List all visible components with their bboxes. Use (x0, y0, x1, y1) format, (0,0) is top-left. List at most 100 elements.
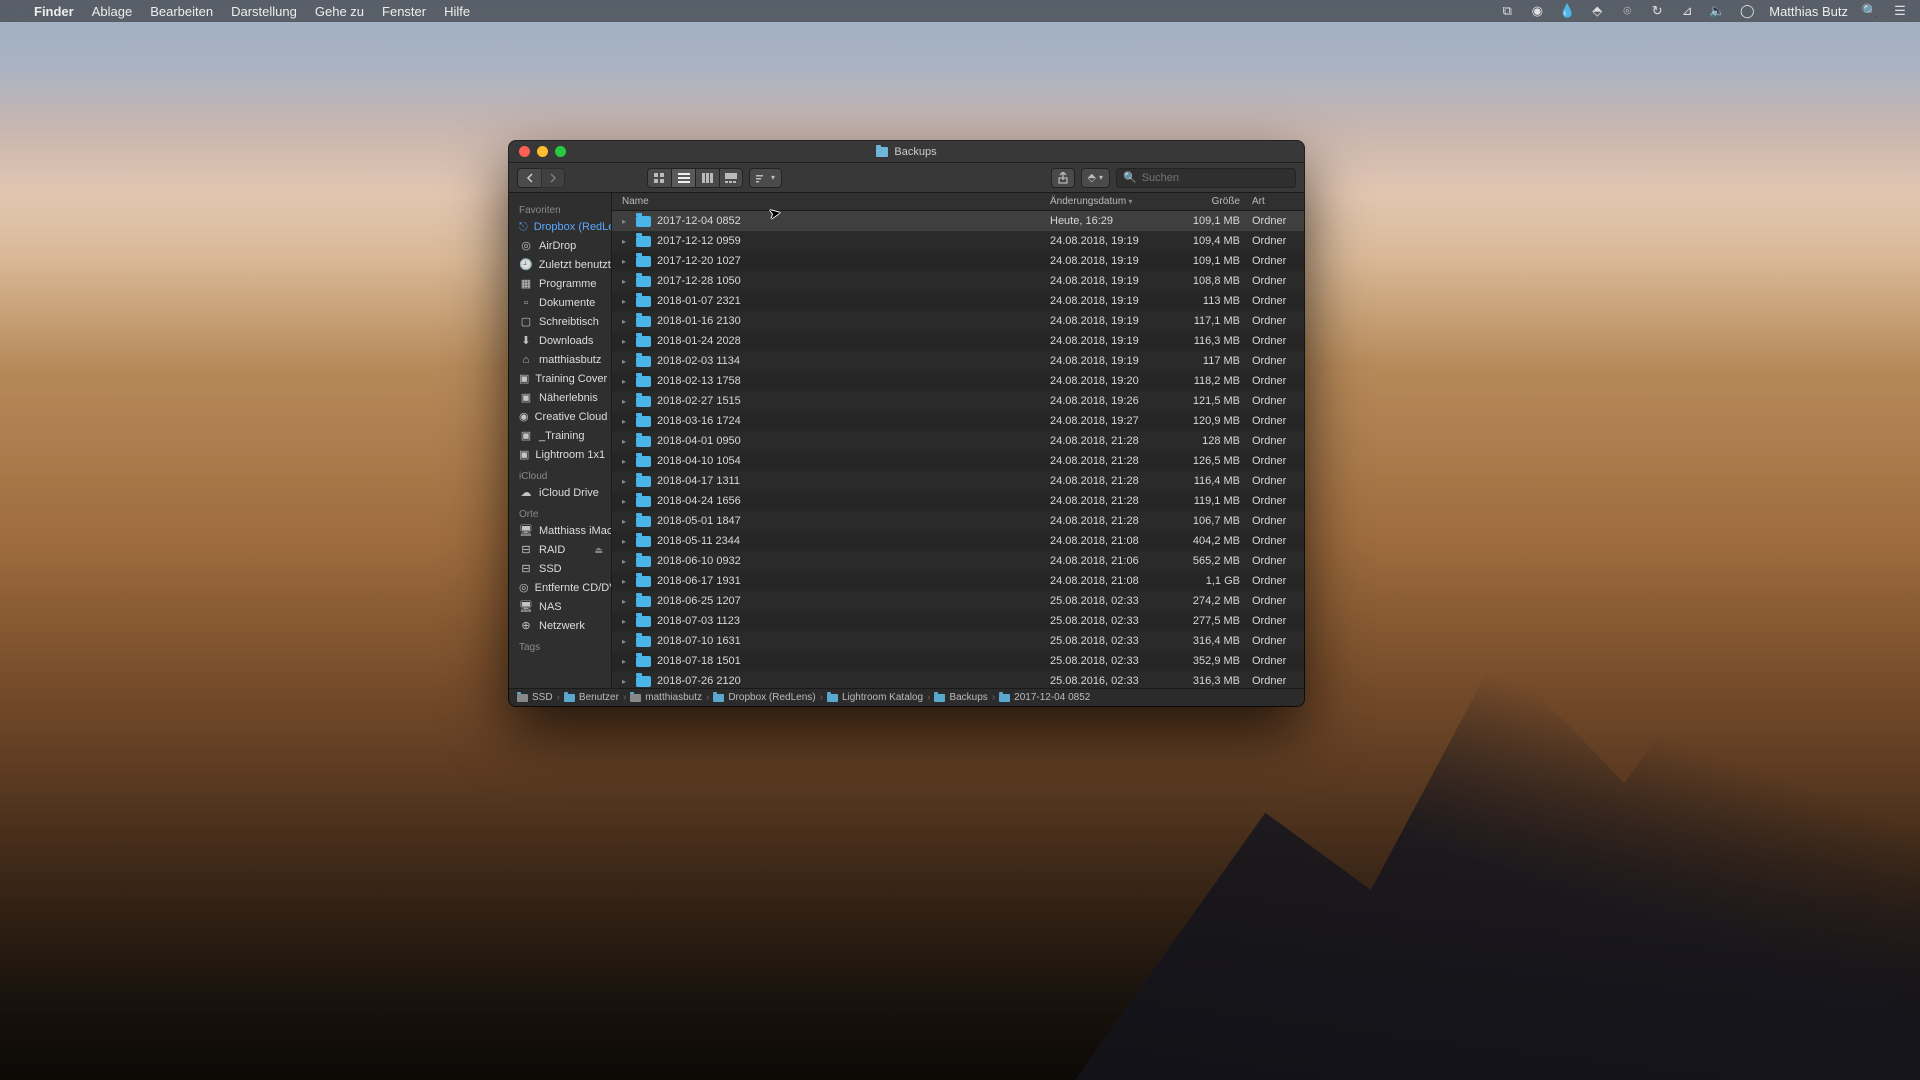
status-user-name[interactable]: Matthias Butz (1769, 4, 1848, 19)
sidebar-item[interactable]: ▣_Training (509, 427, 611, 446)
sidebar-item[interactable]: 🖥NAS (509, 598, 611, 617)
menu-view[interactable]: Darstellung (231, 4, 297, 19)
disclosure-triangle-icon[interactable]: ▸ (622, 237, 630, 246)
table-row[interactable]: ▸2018-06-17 193124.08.2018, 21:081,1 GBO… (612, 571, 1304, 591)
menu-window[interactable]: Fenster (382, 4, 426, 19)
sidebar-item[interactable]: ◉Creative Cloud Files (509, 408, 611, 427)
disclosure-triangle-icon[interactable]: ▸ (622, 417, 630, 426)
status-spotlight-icon[interactable]: 🔍 (1862, 3, 1878, 19)
col-kind[interactable]: Art (1246, 196, 1304, 207)
table-row[interactable]: ▸2018-04-10 105424.08.2018, 21:28126,5 M… (612, 451, 1304, 471)
disclosure-triangle-icon[interactable]: ▸ (622, 357, 630, 366)
close-button[interactable] (519, 146, 530, 157)
table-row[interactable]: ▸2018-04-17 131124.08.2018, 21:28116,4 M… (612, 471, 1304, 491)
app-menu[interactable]: Finder (34, 4, 74, 19)
path-segment[interactable]: matthiasbutz (630, 692, 702, 703)
path-segment[interactable]: SSD (517, 692, 553, 703)
eject-icon[interactable]: ⏏ (594, 543, 603, 558)
sidebar-item[interactable]: ⊕Netzwerk (509, 617, 611, 636)
titlebar[interactable]: Backups (509, 141, 1304, 163)
table-row[interactable]: ▸2018-05-11 234424.08.2018, 21:08404,2 M… (612, 531, 1304, 551)
nav-forward-button[interactable] (541, 168, 565, 188)
col-name[interactable]: Name (612, 196, 1016, 207)
table-row[interactable]: ▸2017-12-20 102724.08.2018, 19:19109,1 M… (612, 251, 1304, 271)
disclosure-triangle-icon[interactable]: ▸ (622, 377, 630, 386)
disclosure-triangle-icon[interactable]: ▸ (622, 497, 630, 506)
disclosure-triangle-icon[interactable]: ▸ (622, 457, 630, 466)
path-segment[interactable]: 2017-12-04 0852 (999, 692, 1090, 703)
minimize-button[interactable] (537, 146, 548, 157)
status-user-icon[interactable]: ◯ (1739, 3, 1755, 19)
status-wifi-icon[interactable]: ⊿ (1679, 3, 1695, 19)
sidebar-item[interactable]: 🕘Zuletzt benutzt (509, 256, 611, 275)
disclosure-triangle-icon[interactable]: ▸ (622, 317, 630, 326)
table-row[interactable]: ▸2017-12-28 105024.08.2018, 19:19108,8 M… (612, 271, 1304, 291)
table-row[interactable]: ▸2018-02-27 151524.08.2018, 19:26121,5 M… (612, 391, 1304, 411)
status-cc-icon[interactable]: ⌾ (1619, 3, 1635, 19)
view-columns-button[interactable] (695, 168, 719, 188)
col-size[interactable]: Größe (1174, 196, 1246, 207)
path-segment[interactable]: Benutzer (564, 692, 619, 703)
table-row[interactable]: ▸2018-07-03 112325.08.2018, 02:33277,5 M… (612, 611, 1304, 631)
path-segment[interactable]: Backups (934, 692, 987, 703)
disclosure-triangle-icon[interactable]: ▸ (622, 337, 630, 346)
menu-file[interactable]: Ablage (92, 4, 132, 19)
sidebar-item[interactable]: 🖥Matthiass iMac (509, 522, 611, 541)
rows-container[interactable]: ▸2017-12-04 0852Heute, 16:29109,1 MBOrdn… (612, 211, 1304, 688)
status-sound-icon[interactable]: 🔈 (1709, 3, 1725, 19)
disclosure-triangle-icon[interactable]: ▸ (622, 217, 630, 226)
disclosure-triangle-icon[interactable]: ▸ (622, 597, 630, 606)
table-row[interactable]: ▸2018-01-07 232124.08.2018, 19:19113 MBO… (612, 291, 1304, 311)
sidebar-item[interactable]: ☁iCloud Drive (509, 484, 611, 503)
disclosure-triangle-icon[interactable]: ▸ (622, 297, 630, 306)
sidebar-item[interactable]: ▣Training Cover (509, 370, 611, 389)
path-segment[interactable]: Lightroom Katalog (827, 692, 923, 703)
table-row[interactable]: ▸2018-06-10 093224.08.2018, 21:06565,2 M… (612, 551, 1304, 571)
search-field[interactable]: 🔍 (1116, 168, 1296, 188)
sidebar-item[interactable]: ⊟RAID⏏ (509, 541, 611, 560)
status-timemachine-icon[interactable]: ↻ (1649, 3, 1665, 19)
disclosure-triangle-icon[interactable]: ▸ (622, 477, 630, 486)
sidebar-item[interactable]: ⊟SSD (509, 560, 611, 579)
status-droplet-icon[interactable]: ◉ (1529, 3, 1545, 19)
disclosure-triangle-icon[interactable]: ▸ (622, 277, 630, 286)
sidebar-item[interactable]: ▦Programme (509, 275, 611, 294)
disclosure-triangle-icon[interactable]: ▸ (622, 537, 630, 546)
menu-go[interactable]: Gehe zu (315, 4, 364, 19)
sidebar-item[interactable]: ▫Dokumente (509, 294, 611, 313)
sidebar-item[interactable]: ◎Entfernte CD/DVD (509, 579, 611, 598)
disclosure-triangle-icon[interactable]: ▸ (622, 557, 630, 566)
table-row[interactable]: ▸2018-02-13 175824.08.2018, 19:20118,2 M… (612, 371, 1304, 391)
status-screen-icon[interactable]: ⧉ (1499, 3, 1515, 19)
view-gallery-button[interactable] (719, 168, 743, 188)
view-icons-button[interactable] (647, 168, 671, 188)
table-row[interactable]: ▸2018-05-01 184724.08.2018, 21:28106,7 M… (612, 511, 1304, 531)
table-row[interactable]: ▸2018-07-18 150125.08.2018, 02:33352,9 M… (612, 651, 1304, 671)
dropbox-button[interactable]: ⬘▾ (1081, 168, 1110, 188)
disclosure-triangle-icon[interactable]: ▸ (622, 577, 630, 586)
sidebar-item[interactable]: ▣Näherlebnis (509, 389, 611, 408)
status-drop-icon[interactable]: 💧 (1559, 3, 1575, 19)
table-row[interactable]: ▸2018-02-03 113424.08.2018, 19:19117 MBO… (612, 351, 1304, 371)
search-input[interactable] (1142, 172, 1289, 184)
disclosure-triangle-icon[interactable]: ▸ (622, 257, 630, 266)
table-row[interactable]: ▸2017-12-04 0852Heute, 16:29109,1 MBOrdn… (612, 211, 1304, 231)
disclosure-triangle-icon[interactable]: ▸ (622, 437, 630, 446)
disclosure-triangle-icon[interactable]: ▸ (622, 517, 630, 526)
sidebar-item[interactable]: ⎋Dropbox (RedLens) (509, 218, 611, 237)
disclosure-triangle-icon[interactable]: ▸ (622, 397, 630, 406)
sidebar-item[interactable]: ◎AirDrop (509, 237, 611, 256)
path-segment[interactable]: Dropbox (RedLens) (713, 692, 815, 703)
sidebar-item[interactable]: ⬇Downloads (509, 332, 611, 351)
status-notifications-icon[interactable]: ☰ (1892, 3, 1908, 19)
nav-back-button[interactable] (517, 168, 541, 188)
table-row[interactable]: ▸2018-04-01 095024.08.2018, 21:28128 MBO… (612, 431, 1304, 451)
table-row[interactable]: ▸2018-06-25 120725.08.2018, 02:33274,2 M… (612, 591, 1304, 611)
disclosure-triangle-icon[interactable]: ▸ (622, 637, 630, 646)
share-button[interactable] (1051, 168, 1075, 188)
table-row[interactable]: ▸2017-12-12 095924.08.2018, 19:19109,4 M… (612, 231, 1304, 251)
table-row[interactable]: ▸2018-03-16 172424.08.2018, 19:27120,9 M… (612, 411, 1304, 431)
status-dropbox-icon[interactable]: ⬘ (1589, 3, 1605, 19)
disclosure-triangle-icon[interactable]: ▸ (622, 657, 630, 666)
col-date[interactable]: Änderungsdatum (1044, 196, 1174, 207)
